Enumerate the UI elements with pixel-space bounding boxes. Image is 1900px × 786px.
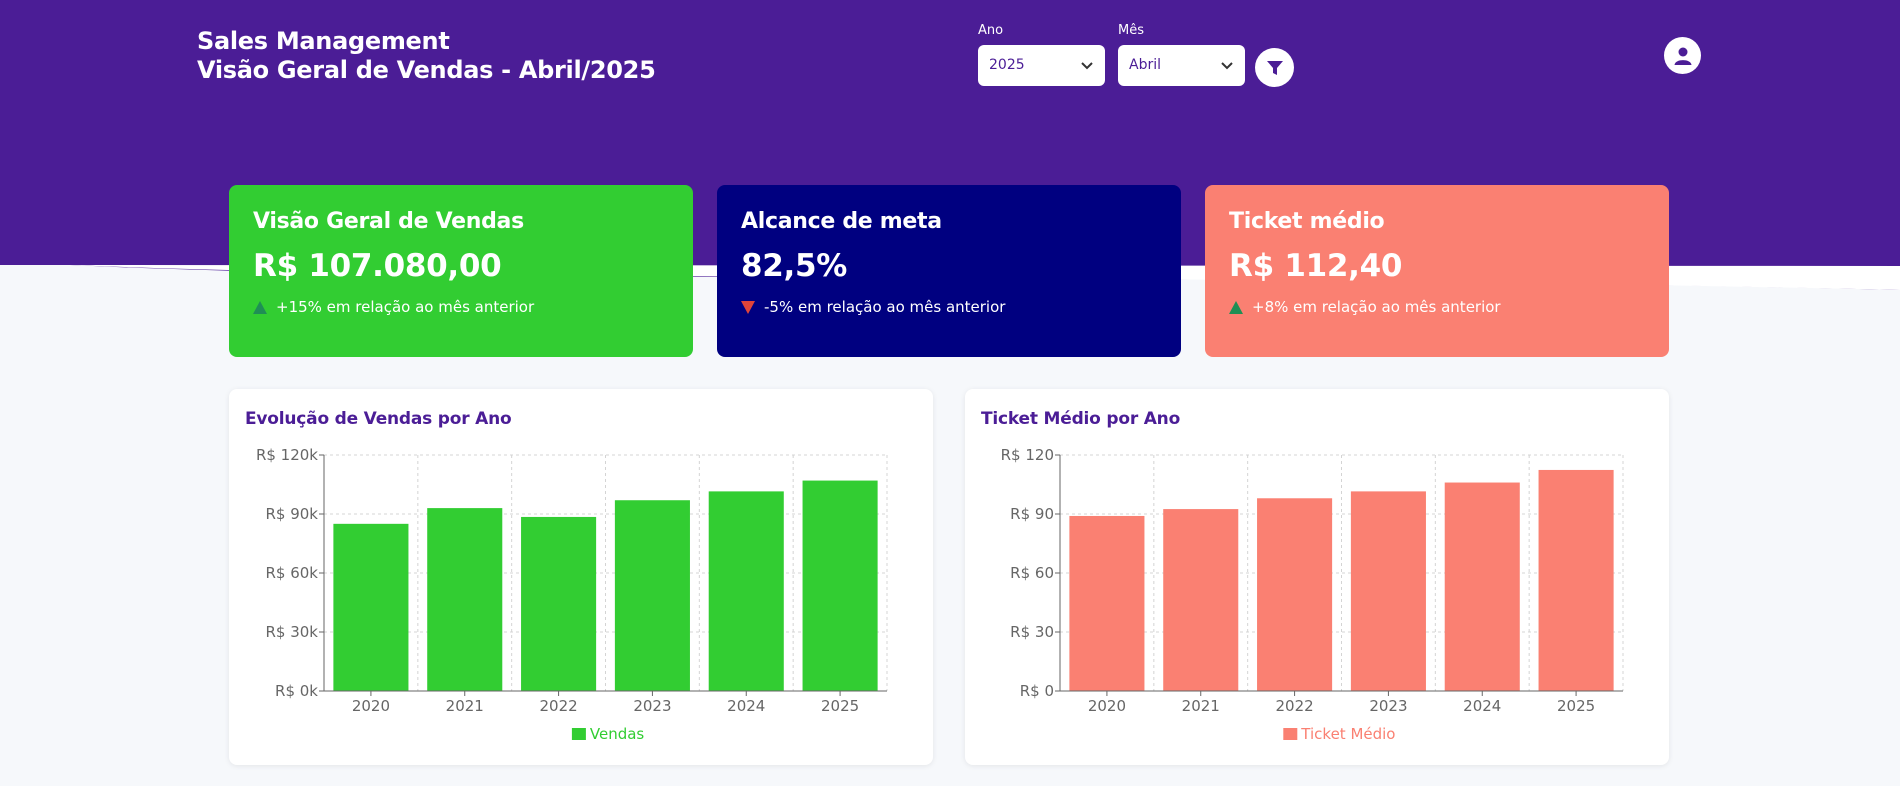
bar-2020 (333, 523, 409, 691)
trend-down-icon (741, 300, 755, 314)
year-value: 2025 (989, 57, 1025, 73)
y-tick-label: R$ 0k (275, 682, 318, 700)
sales-chart-panel: Evolução de Vendas por Ano R$ 0k R$ 30k R$… (229, 389, 933, 765)
dashboard-subtitle: Visão Geral de Vendas - Abril/2025 (197, 56, 656, 84)
app-title: Sales Management (197, 27, 450, 55)
sales-bar-chart: R$ 0k R$ 30k R$ 60k R$ 90k R$ 120k 2020 2021 20… (256, 446, 888, 743)
page-title: Sales Management Visão Geral de Vendas -… (197, 27, 656, 85)
kpi-title: Alcance de meta (741, 209, 942, 234)
bar-2020 (1069, 515, 1145, 691)
y-tick-label: R$ 90k (265, 505, 318, 523)
y-tick-label: R$ 120 (1001, 446, 1054, 464)
kpi-change-text: -5% em relação ao mês anterior (764, 298, 1006, 316)
legend-swatch (571, 728, 586, 740)
kpi-card-ticket: Ticket médio R$ 112,40 +8% em relação ao… (1205, 185, 1669, 357)
kpi-change: +8% em relação ao mês anterior (1229, 298, 1645, 316)
ticket-chart-panel: Ticket Médio por Ano R$ 0 R$ 30 R$ 60 R$ 90… (965, 389, 1669, 765)
legend-label: Ticket Médio (1300, 725, 1395, 743)
bar-2025 (1538, 469, 1614, 691)
bar-2024 (1444, 482, 1520, 691)
x-tick-label: 2024 (1463, 697, 1501, 715)
kpi-change: -5% em relação ao mês anterior (741, 298, 1157, 316)
trend-up-icon (1229, 300, 1243, 314)
x-tick-label: 2023 (633, 697, 671, 715)
x-tick-label: 2021 (446, 697, 484, 715)
x-tick-label: 2022 (1275, 697, 1313, 715)
y-tick-label: R$ 90 (1010, 505, 1054, 523)
bar-2025 (802, 480, 878, 691)
kpi-change: +15% em relação ao mês anterior (253, 298, 669, 316)
ticket-bar-chart: R$ 0 R$ 30 R$ 60 R$ 90 R$ 120 2020 2021 2022 202… (1001, 446, 1624, 743)
y-tick-label: R$ 120k (256, 446, 318, 464)
y-tick-label: R$ 30k (265, 623, 318, 641)
kpi-change-text: +8% em relação ao mês anterior (1252, 298, 1501, 316)
x-tick-label: 2025 (821, 697, 859, 715)
y-tick-label: R$ 0 (1020, 682, 1054, 700)
user-avatar-button[interactable] (1664, 37, 1701, 74)
kpi-title: Ticket médio (1229, 209, 1385, 234)
x-tick-label: 2023 (1369, 697, 1407, 715)
filter-icon (1266, 60, 1283, 75)
x-tick-label: 2021 (1182, 697, 1220, 715)
month-select[interactable]: Abril (1118, 45, 1245, 86)
y-tick-label: R$ 60k (265, 564, 318, 582)
kpi-card-sales: Visão Geral de Vendas R$ 107.080,00 +15%… (229, 185, 693, 357)
chevron-down-icon (1221, 62, 1233, 70)
kpi-card-goal: Alcance de meta 82,5% -5% em relação ao … (717, 185, 1181, 357)
month-filter: Mês Abril (1118, 23, 1245, 86)
bar-2022 (1257, 498, 1333, 691)
legend-label: Vendas (590, 725, 645, 743)
year-label: Ano (978, 23, 1004, 38)
y-tick-label: R$ 60 (1010, 564, 1054, 582)
bar-2021 (427, 508, 503, 691)
x-tick-label: 2020 (352, 697, 390, 715)
kpi-value: R$ 112,40 (1229, 248, 1403, 284)
month-label: Mês (1118, 23, 1144, 38)
chevron-down-icon (1081, 62, 1093, 70)
bar-2021 (1163, 509, 1239, 691)
kpi-value: 82,5% (741, 248, 848, 284)
x-tick-label: 2024 (727, 697, 765, 715)
month-value: Abril (1129, 57, 1161, 73)
bar-2024 (708, 491, 784, 691)
user-icon (1674, 47, 1691, 65)
bar-2022 (521, 516, 597, 691)
x-tick-label: 2025 (1557, 697, 1595, 715)
kpi-change-text: +15% em relação ao mês anterior (276, 298, 535, 316)
trend-up-icon (253, 300, 267, 314)
kpi-title: Visão Geral de Vendas (253, 209, 524, 234)
bar-2023 (1350, 491, 1426, 691)
kpi-value: R$ 107.080,00 (253, 248, 502, 284)
x-tick-label: 2020 (1088, 697, 1126, 715)
filter-button[interactable] (1255, 48, 1294, 87)
year-filter: Ano 2025 (978, 23, 1105, 86)
year-select[interactable]: 2025 (978, 45, 1105, 86)
bar-2023 (614, 500, 690, 691)
legend-swatch (1283, 728, 1298, 740)
y-tick-label: R$ 30 (1010, 623, 1054, 641)
x-tick-label: 2022 (539, 697, 577, 715)
